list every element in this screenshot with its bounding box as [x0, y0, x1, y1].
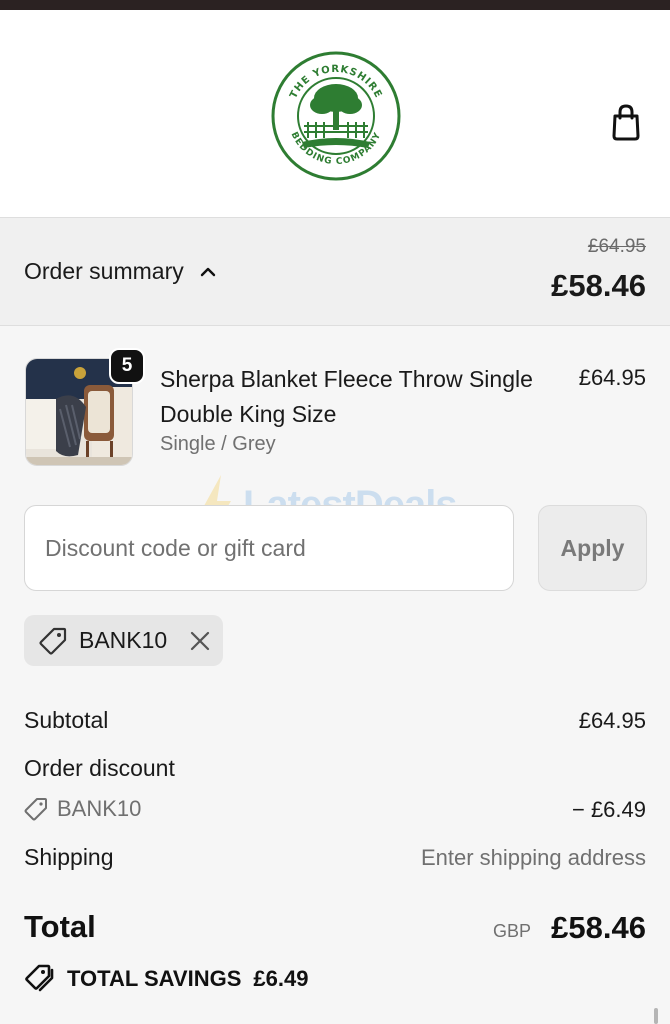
order-summary-label: Order summary: [24, 258, 184, 284]
order-details: 5 Sherpa Blanket Fleece Throw Single Dou…: [0, 327, 670, 1024]
discount-code-label: BANK10: [57, 796, 142, 821]
subtotal-label: Subtotal: [24, 707, 109, 733]
subtotal-value: £64.95: [578, 708, 646, 733]
applied-code-label: BANK10: [79, 627, 168, 653]
discount-value: − £6.49: [571, 797, 646, 822]
order-summary-bar: Order summary £64.95 £58.46: [0, 218, 670, 326]
total-savings: TOTAL SAVINGS £6.49: [24, 963, 308, 995]
scrollbar[interactable]: [654, 1008, 658, 1024]
chevron-up-icon: [200, 267, 215, 276]
order-summary-toggle[interactable]: Order summary: [24, 258, 216, 285]
product-name: Sherpa Blanket Fleece Throw Single Doubl…: [160, 366, 533, 427]
top-bar: [0, 0, 670, 10]
savings-label: TOTAL SAVINGS: [67, 966, 242, 991]
shipping-value: Enter shipping address: [420, 845, 646, 870]
product-variant: Single / Grey: [160, 433, 276, 455]
original-price: £64.95: [587, 236, 646, 257]
store-header: THE YORKSHIRE BEDDING COMPANY: [0, 10, 670, 218]
shipping-label: Shipping: [24, 844, 114, 870]
product-price: £64.95: [578, 365, 646, 390]
total-label: Total: [24, 909, 96, 944]
tag-icon: [39, 627, 67, 655]
quantity-badge: 5: [109, 348, 145, 384]
shopping-bag-icon[interactable]: [606, 102, 646, 142]
apply-button[interactable]: Apply: [538, 505, 647, 591]
discount-code-row: BANK10: [24, 796, 141, 822]
applied-discount-chip: BANK10: [24, 615, 223, 666]
store-logo[interactable]: THE YORKSHIRE BEDDING COMPANY: [270, 50, 402, 182]
order-discount-label: Order discount: [24, 755, 175, 781]
remove-discount-icon[interactable]: [189, 630, 211, 652]
tag-icon: [24, 798, 47, 821]
discounted-price: £58.46: [551, 268, 646, 303]
savings-tag-icon: [25, 964, 54, 992]
savings-value: £6.49: [253, 966, 309, 991]
total-value: £58.46: [551, 910, 646, 945]
currency-label: GBP: [493, 921, 532, 941]
discount-code-input[interactable]: [24, 505, 514, 591]
